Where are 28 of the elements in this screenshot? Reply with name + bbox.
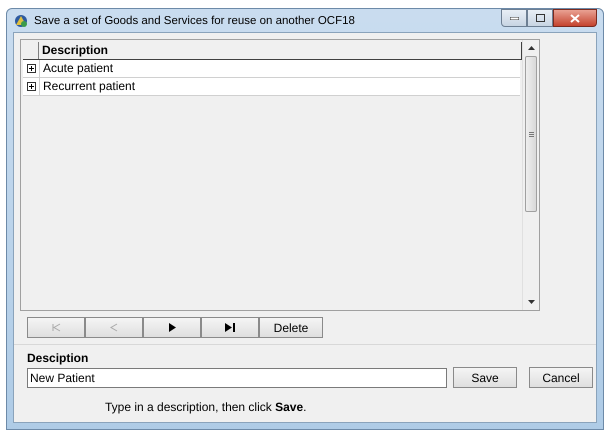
minimize-icon (510, 16, 518, 20)
description-field[interactable]: New Patient (27, 368, 447, 388)
field-label: Desciption (27, 351, 90, 365)
navigator-button[interactable] (143, 317, 201, 338)
navigator-button[interactable] (201, 317, 259, 338)
table-cell: Recurrent patient (39, 78, 520, 95)
app-icon (13, 12, 29, 28)
scroll-down-icon (528, 300, 534, 304)
expand-icon[interactable] (26, 64, 36, 73)
maximize-icon (536, 14, 544, 22)
minimize-button[interactable] (501, 9, 527, 27)
play-icon (168, 323, 176, 332)
close-button[interactable] (553, 9, 597, 27)
maximize-button[interactable] (527, 9, 553, 27)
previous-record-icon (110, 323, 118, 332)
cancel-button[interactable]: Cancel (529, 367, 593, 388)
scroll-up-icon (528, 46, 534, 50)
expand-icon[interactable] (26, 82, 36, 91)
close-icon (570, 14, 580, 22)
grip-icon (528, 132, 534, 136)
delete-button[interactable]: Delete (259, 317, 323, 338)
table-cell: Acute patient (39, 60, 520, 77)
last-record-icon (225, 323, 235, 332)
first-record-icon (52, 323, 60, 332)
window-title: Save a set of Goods and Services for reuse on another OCF18 (34, 14, 356, 26)
save-button[interactable]: Save (453, 367, 517, 388)
hint-text: Type in a description, then click Save. (105, 400, 308, 414)
scrollbar[interactable] (522, 40, 539, 310)
